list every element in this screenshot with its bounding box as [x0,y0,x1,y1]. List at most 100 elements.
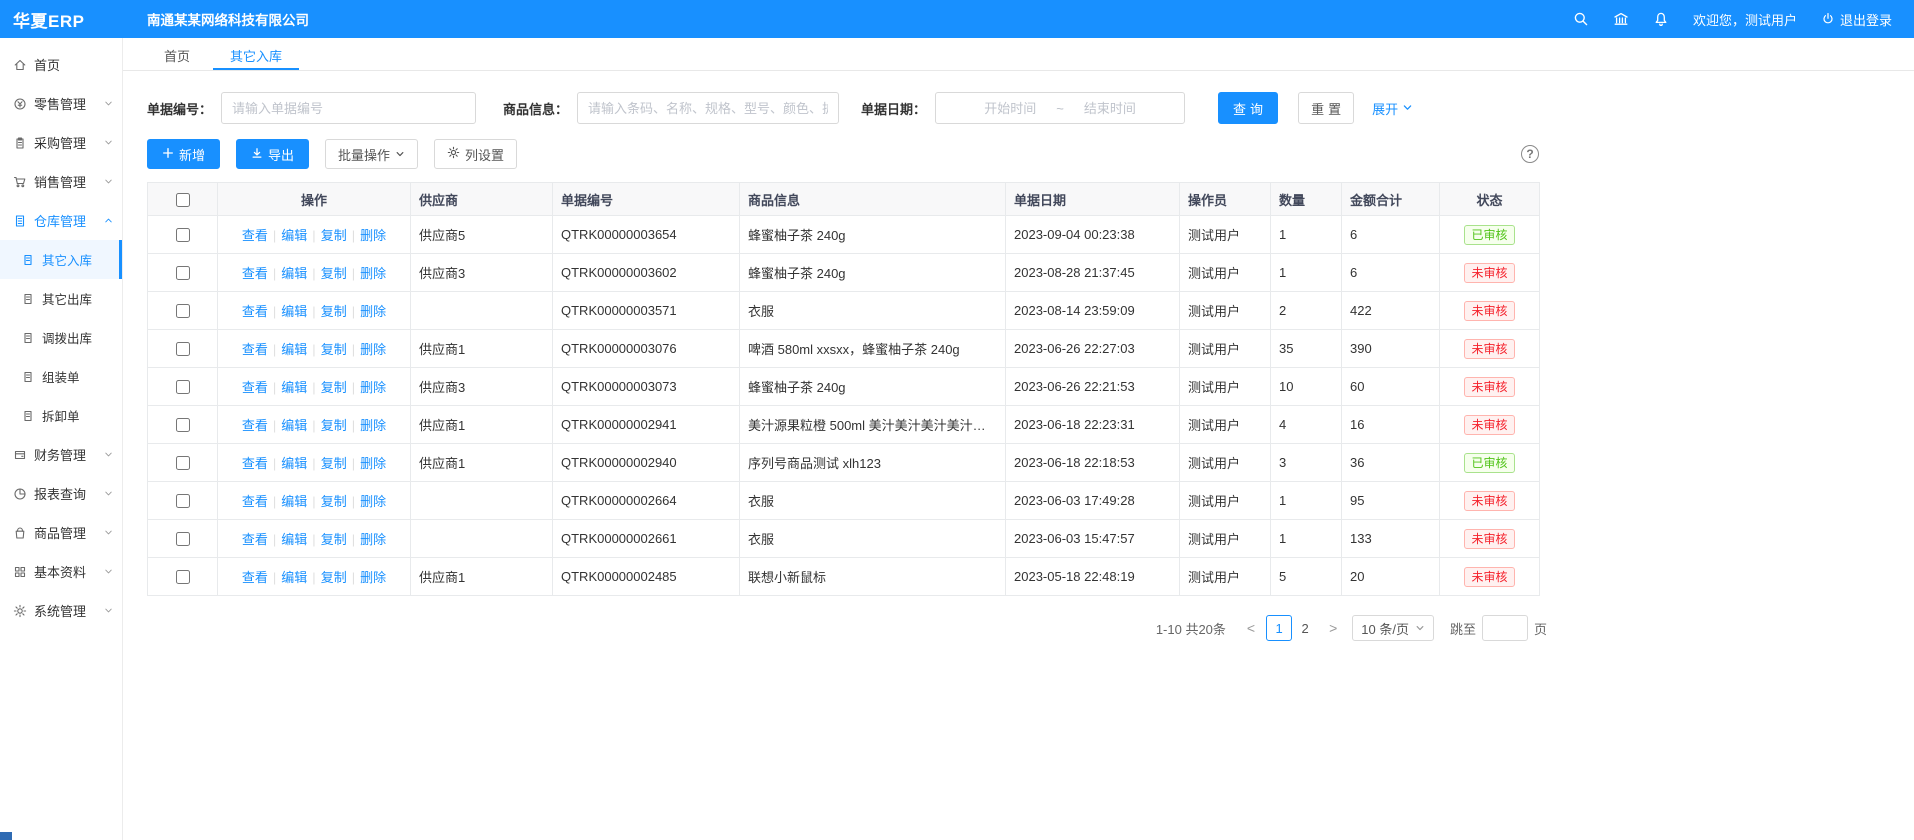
copy-link[interactable]: 复制 [321,228,347,243]
edit-link[interactable]: 编辑 [281,418,307,433]
view-link[interactable]: 查看 [242,342,268,357]
row-checkbox[interactable] [176,570,190,584]
sidebar-item-purchase[interactable]: 采购管理 [0,123,122,162]
date-label: 单据日期： [861,99,926,118]
product-input[interactable] [577,92,839,124]
copy-link[interactable]: 复制 [321,380,347,395]
view-link[interactable]: 查看 [242,266,268,281]
delete-link[interactable]: 删除 [360,342,386,357]
copy-link[interactable]: 复制 [321,456,347,471]
action-separator: | [273,380,276,395]
date-start-input[interactable] [966,101,1054,116]
date-range-picker[interactable]: ~ [935,92,1185,124]
delete-link[interactable]: 删除 [360,266,386,281]
batch-actions-button[interactable]: 批量操作 [325,139,418,169]
view-link[interactable]: 查看 [242,456,268,471]
delete-link[interactable]: 删除 [360,456,386,471]
delete-link[interactable]: 删除 [360,304,386,319]
edit-link[interactable]: 编辑 [281,304,307,319]
row-checkbox[interactable] [176,380,190,394]
sidebar-item-warehouse[interactable]: 仓库管理 [0,201,122,240]
add-button[interactable]: 新增 [147,139,220,169]
status-cell: 未审核 [1440,254,1540,292]
view-link[interactable]: 查看 [242,304,268,319]
sidebar-item-sales[interactable]: 销售管理 [0,162,122,201]
delete-link[interactable]: 删除 [360,418,386,433]
delete-link[interactable]: 删除 [360,228,386,243]
row-checkbox[interactable] [176,494,190,508]
copy-link[interactable]: 复制 [321,570,347,585]
copy-link[interactable]: 复制 [321,494,347,509]
row-checkbox[interactable] [176,228,190,242]
doc-no-input[interactable] [221,92,476,124]
search-icon[interactable] [1573,11,1589,27]
delete-link[interactable]: 删除 [360,532,386,547]
edit-link[interactable]: 编辑 [281,342,307,357]
copy-link[interactable]: 复制 [321,266,347,281]
sidebar-item-report[interactable]: 报表查询 [0,474,122,513]
sidebar-item-assembly-order[interactable]: 组装单 [0,357,122,396]
sidebar-item-other-outbound[interactable]: 其它出库 [0,279,122,318]
edit-link[interactable]: 编辑 [281,570,307,585]
edit-link[interactable]: 编辑 [281,380,307,395]
row-checkbox[interactable] [176,532,190,546]
sidebar-item-transfer-outbound[interactable]: 调拨出库 [0,318,122,357]
column-settings-button[interactable]: 列设置 [434,139,517,169]
delete-link[interactable]: 删除 [360,380,386,395]
purchase-icon [13,136,27,150]
bell-icon[interactable] [1653,11,1669,27]
action-separator: | [312,304,315,319]
sidebar-item-finance[interactable]: 财务管理 [0,435,122,474]
prev-page-button[interactable]: < [1242,620,1260,636]
row-checkbox[interactable] [176,418,190,432]
page-button-1[interactable]: 1 [1266,615,1292,641]
select-all-checkbox[interactable] [176,193,190,207]
export-button[interactable]: 导出 [236,139,309,169]
sidebar-item-retail[interactable]: 零售管理 [0,84,122,123]
row-checkbox[interactable] [176,342,190,356]
tab-home[interactable]: 首页 [147,38,207,70]
tab-other-inbound[interactable]: 其它入库 [213,38,299,70]
delete-link[interactable]: 删除 [360,570,386,585]
sidebar-item-system[interactable]: 系统管理 [0,591,122,630]
view-link[interactable]: 查看 [242,532,268,547]
sidebar-item-label: 销售管理 [34,172,86,191]
edit-link[interactable]: 编辑 [281,456,307,471]
view-link[interactable]: 查看 [242,380,268,395]
sidebar-item-basic[interactable]: 基本资料 [0,552,122,591]
copy-link[interactable]: 复制 [321,418,347,433]
edit-link[interactable]: 编辑 [281,494,307,509]
copy-link[interactable]: 复制 [321,532,347,547]
sidebar-item-home[interactable]: 首页 [0,45,122,84]
operator-cell: 测试用户 [1180,368,1271,406]
page-button-2[interactable]: 2 [1292,615,1318,641]
logout-button[interactable]: 退出登录 [1821,10,1892,29]
view-link[interactable]: 查看 [242,418,268,433]
view-link[interactable]: 查看 [242,570,268,585]
next-page-button[interactable]: > [1324,620,1342,636]
copy-link[interactable]: 复制 [321,342,347,357]
page-size-select[interactable]: 10 条/页 [1352,615,1434,641]
action-separator: | [312,570,315,585]
edit-link[interactable]: 编辑 [281,266,307,281]
reset-button[interactable]: 重置 [1298,92,1354,124]
sidebar-item-other-inbound[interactable]: 其它入库 [0,240,122,279]
row-checkbox[interactable] [176,456,190,470]
date-end-input[interactable] [1066,101,1154,116]
delete-link[interactable]: 删除 [360,494,386,509]
sidebar-item-disassembly-order[interactable]: 拆卸单 [0,396,122,435]
bank-icon[interactable] [1613,11,1629,27]
copy-link[interactable]: 复制 [321,304,347,319]
jump-input[interactable] [1482,615,1528,641]
expand-link[interactable]: 展开 [1372,99,1413,118]
help-icon[interactable]: ? [1521,145,1539,163]
search-button[interactable]: 查询 [1218,92,1278,124]
row-checkbox[interactable] [176,304,190,318]
row-checkbox[interactable] [176,266,190,280]
sidebar-collapse-handle[interactable] [0,832,12,840]
view-link[interactable]: 查看 [242,228,268,243]
sidebar-item-goods[interactable]: 商品管理 [0,513,122,552]
edit-link[interactable]: 编辑 [281,532,307,547]
edit-link[interactable]: 编辑 [281,228,307,243]
view-link[interactable]: 查看 [242,494,268,509]
